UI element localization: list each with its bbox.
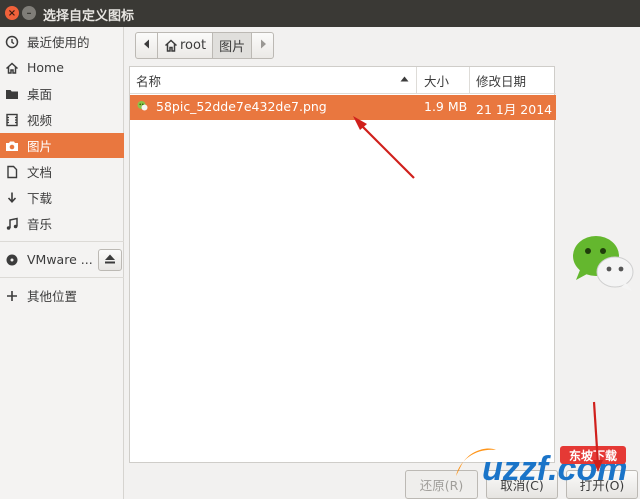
column-header-modified[interactable]: 修改日期 [470, 67, 556, 94]
sidebar-item-home[interactable]: Home [0, 55, 124, 80]
eject-button[interactable] [98, 249, 122, 271]
path-bar: root 图片 [135, 32, 275, 59]
file-name: 58pic_52dde7e432de7.png [156, 99, 327, 114]
uzzf-logo: uzzf.com 东坡下载 [452, 436, 638, 493]
sort-ascending-icon [400, 76, 409, 82]
sidebar-item-label: 文档 [27, 165, 53, 180]
chevron-left-icon [143, 38, 151, 53]
file-list[interactable]: 名称 大小 修改日期 58pic_52dde7e432de7.png 1.9 M… [129, 66, 556, 463]
sidebar-item-downloads[interactable]: 下载 [0, 185, 124, 210]
sidebar-item-pictures[interactable]: 图片 [0, 133, 124, 158]
chat-bubble-icon [570, 232, 636, 297]
sidebar-item-videos[interactable]: 视频 [0, 107, 124, 132]
sidebar-item-label: 图片 [27, 139, 53, 154]
sidebar-divider [0, 241, 124, 242]
path-crumb-pictures[interactable]: 图片 [212, 32, 253, 59]
close-icon: × [7, 7, 17, 19]
sidebar-item-desktop[interactable]: 桌面 [0, 81, 124, 106]
sidebar-item-label: Home [27, 60, 64, 75]
sidebar-item-label: VMware ... [27, 252, 93, 267]
folder-icon [4, 86, 20, 102]
window-title: 选择自定义图标 [43, 9, 135, 24]
plus-icon [4, 288, 20, 304]
download-icon [4, 190, 20, 206]
sidebar-item-documents[interactable]: 文档 [0, 159, 124, 184]
image-file-icon [136, 99, 150, 116]
sidebar-item-label: 其他位置 [27, 289, 78, 304]
chevron-right-icon [259, 38, 267, 53]
sidebar-item-recent[interactable]: 最近使用的 [0, 29, 124, 54]
path-crumb-label: root [180, 38, 207, 53]
eject-icon [104, 253, 116, 267]
column-header-label: 名称 [136, 74, 162, 89]
file-modified: 21 1月 2014 [476, 102, 553, 117]
disc-icon [4, 252, 20, 268]
column-header-label: 修改日期 [476, 74, 527, 89]
minimize-icon: – [26, 7, 32, 19]
sidebar-item-vmware[interactable]: VMware ... [0, 247, 96, 272]
column-header-label: 大小 [424, 74, 450, 89]
document-icon [4, 164, 20, 180]
sidebar-item-label: 下载 [27, 191, 53, 206]
places-sidebar: 最近使用的 Home 桌面 视频 图片 文档 下载 音乐 VMware ... … [0, 27, 124, 499]
close-button[interactable]: × [5, 6, 19, 20]
minimize-button[interactable]: – [22, 6, 36, 20]
title-bar: × – 选择自定义图标 [0, 0, 640, 27]
sidebar-item-other-locations[interactable]: 其他位置 [0, 283, 124, 308]
path-crumb-root[interactable]: root [157, 32, 214, 59]
path-forward-button[interactable] [251, 32, 275, 59]
file-size: 1.9 MB [424, 99, 468, 114]
sidebar-item-label: 桌面 [27, 87, 53, 102]
home-icon [4, 60, 20, 76]
column-header-name[interactable]: 名称 [130, 67, 417, 94]
path-crumb-label: 图片 [219, 40, 246, 55]
sidebar-divider [0, 277, 124, 278]
watermark-tagline: 东坡下载 [569, 448, 617, 463]
clock-icon [4, 34, 20, 50]
path-back-button[interactable] [135, 32, 158, 59]
home-icon [164, 39, 178, 52]
video-icon [4, 112, 20, 128]
sidebar-item-music[interactable]: 音乐 [0, 211, 124, 236]
file-list-header: 名称 大小 修改日期 [130, 67, 556, 94]
column-header-size[interactable]: 大小 [417, 67, 470, 94]
sidebar-item-label: 音乐 [27, 217, 53, 232]
table-row[interactable]: 58pic_52dde7e432de7.png 1.9 MB 21 1月 201… [130, 95, 556, 120]
camera-icon [4, 138, 20, 154]
sidebar-item-label: 视频 [27, 113, 53, 128]
sidebar-item-label: 最近使用的 [27, 35, 90, 50]
music-icon [4, 216, 20, 232]
